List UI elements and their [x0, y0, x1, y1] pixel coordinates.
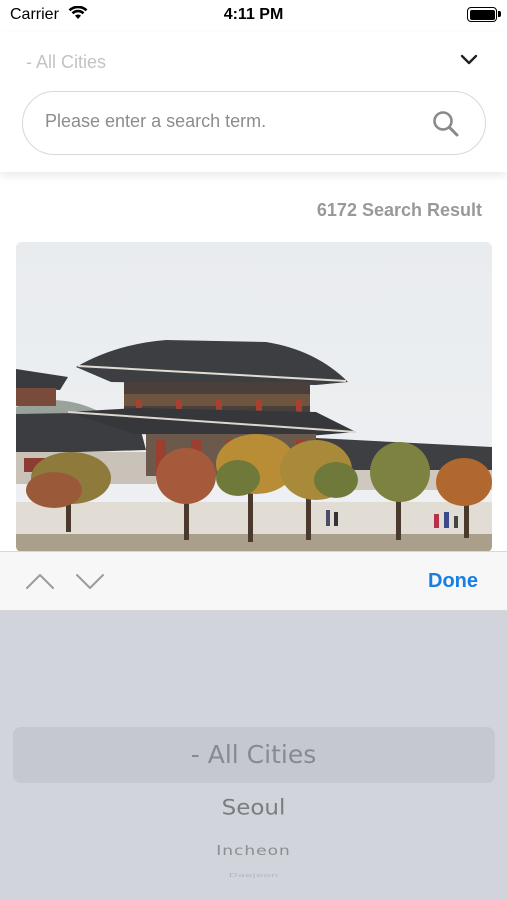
picker-option[interactable]: Daejeon [0, 872, 507, 878]
city-select[interactable]: - All Cities [0, 46, 507, 80]
done-button[interactable]: Done [428, 570, 478, 593]
city-select-value: - All Cities [26, 52, 107, 72]
picker-toolbar: Done [0, 551, 507, 611]
status-time: 4:11 PM [223, 6, 284, 23]
palace-image [16, 242, 492, 552]
search-header: - All Cities [0, 32, 507, 172]
status-bar: Carrier 4:11 PM [0, 0, 507, 32]
chevron-down-icon[interactable] [459, 53, 479, 72]
chevron-up-icon[interactable] [24, 570, 56, 597]
picker-option[interactable]: Seoul [0, 796, 507, 820]
result-count: 6172 Search Result [316, 200, 482, 220]
battery-icon [467, 7, 501, 22]
chevron-down-icon[interactable] [74, 570, 106, 597]
search-input[interactable] [45, 111, 405, 132]
search-box[interactable] [22, 91, 486, 155]
picker-option[interactable]: Incheon [0, 843, 507, 859]
picker-option[interactable]: - All Cities [0, 740, 507, 769]
city-picker[interactable]: - All Cities Seoul Incheon Daejeon [0, 611, 507, 900]
result-card[interactable] [16, 242, 492, 552]
search-icon[interactable] [431, 109, 461, 144]
